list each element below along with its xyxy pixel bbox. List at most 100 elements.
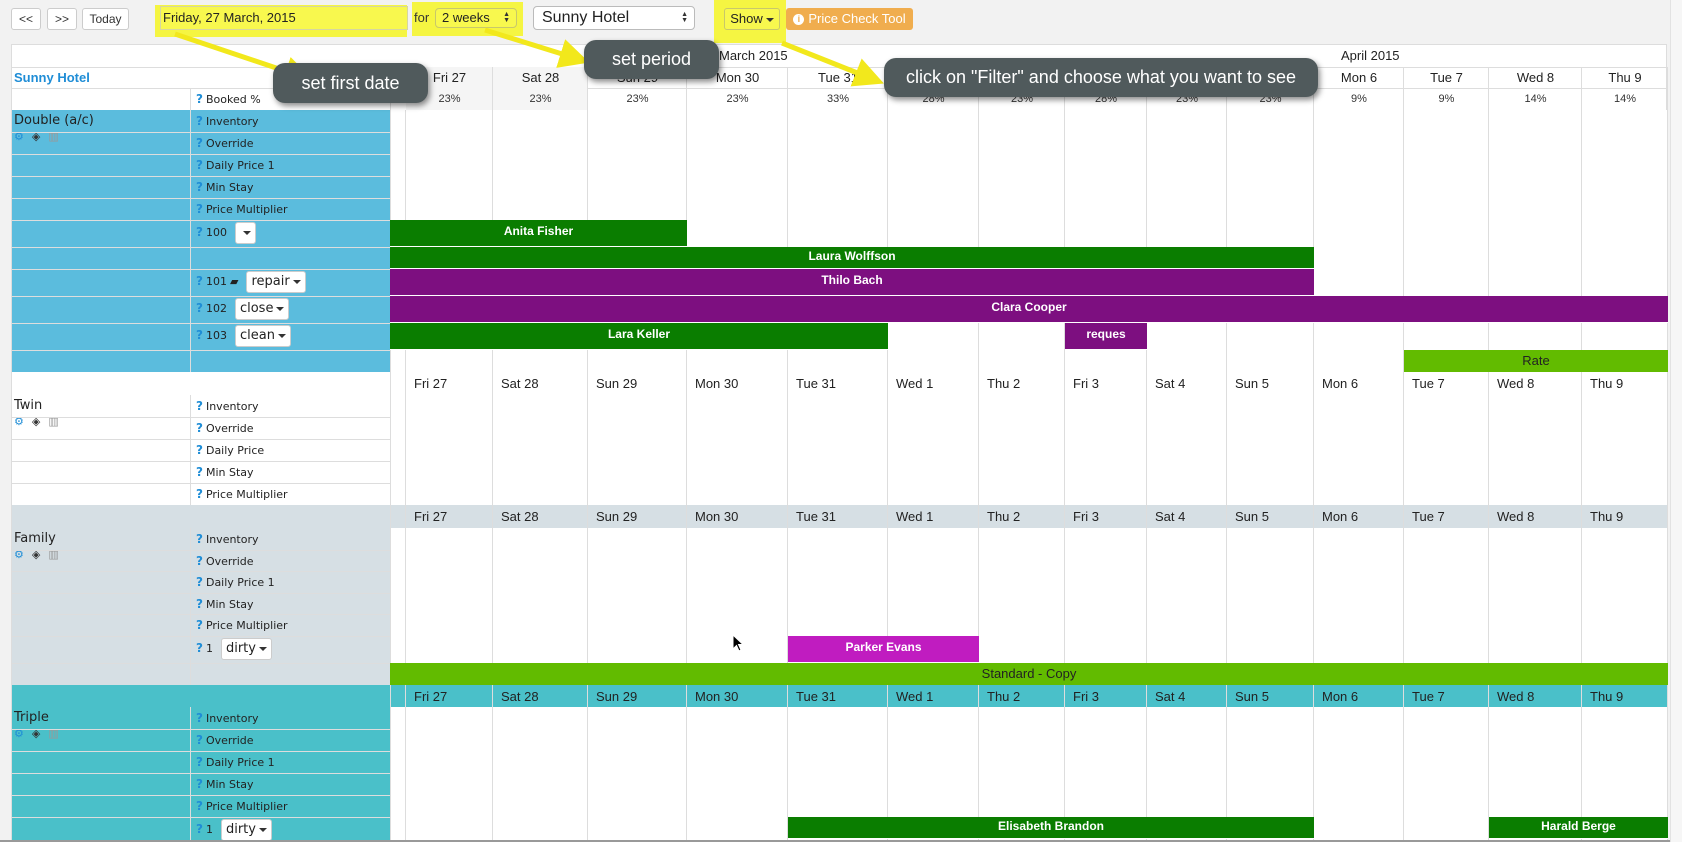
- help-icon[interactable]: ?: [196, 487, 203, 501]
- day-cell[interactable]: [979, 636, 1065, 663]
- day-cell[interactable]: [687, 571, 788, 593]
- day-cell[interactable]: [1314, 247, 1404, 269]
- day-cell[interactable]: [1404, 395, 1489, 417]
- day-cell[interactable]: [1147, 751, 1227, 773]
- day-cell[interactable]: [493, 592, 588, 615]
- day-cell[interactable]: [1147, 614, 1227, 636]
- day-cell[interactable]: [1489, 751, 1582, 773]
- day-cell[interactable]: [1065, 220, 1147, 247]
- day-cell[interactable]: [687, 417, 788, 439]
- day-cell[interactable]: [1227, 439, 1314, 461]
- day-cell[interactable]: [406, 483, 493, 505]
- day-cell[interactable]: [1065, 571, 1147, 593]
- help-icon[interactable]: ?: [196, 274, 203, 288]
- day-cell[interactable]: [1147, 729, 1227, 751]
- day-cell[interactable]: [979, 592, 1065, 615]
- help-icon[interactable]: ?: [196, 575, 203, 589]
- day-cell[interactable]: [687, 592, 788, 615]
- day-cell[interactable]: [1065, 198, 1147, 220]
- day-cell[interactable]: [1404, 323, 1489, 350]
- day-cell[interactable]: [406, 110, 493, 132]
- day-cell[interactable]: [979, 729, 1065, 751]
- day-cell[interactable]: [1404, 247, 1489, 269]
- day-cell[interactable]: [979, 571, 1065, 593]
- rate-band[interactable]: Rate: [1404, 350, 1668, 372]
- day-cell[interactable]: [788, 350, 888, 372]
- day-cell[interactable]: [1065, 483, 1147, 505]
- unit-status-dropdown[interactable]: dirty: [220, 638, 272, 660]
- day-cell[interactable]: [1147, 176, 1227, 198]
- day-cell[interactable]: [979, 110, 1065, 132]
- day-cell[interactable]: [1314, 395, 1404, 417]
- day-cell[interactable]: [1065, 154, 1147, 176]
- day-cell[interactable]: [1065, 549, 1147, 572]
- day-cell[interactable]: [1314, 773, 1404, 795]
- day-cell[interactable]: [1147, 571, 1227, 593]
- room-name[interactable]: Triple: [14, 710, 49, 725]
- day-cell[interactable]: [1489, 417, 1582, 439]
- day-cell[interactable]: [888, 154, 979, 176]
- day-cell[interactable]: [687, 549, 788, 572]
- day-cell[interactable]: [1147, 636, 1227, 663]
- day-cell[interactable]: [1314, 323, 1404, 350]
- day-cell[interactable]: [1065, 528, 1147, 550]
- day-cell[interactable]: [1489, 636, 1582, 663]
- day-cell[interactable]: [1582, 571, 1668, 593]
- day-cell[interactable]: [788, 154, 888, 176]
- day-cell[interactable]: [406, 729, 493, 751]
- day-cell[interactable]: [1489, 132, 1582, 154]
- day-cell[interactable]: [493, 528, 588, 550]
- day-cell[interactable]: [1147, 795, 1227, 817]
- day-cell[interactable]: [1404, 571, 1489, 593]
- day-cell[interactable]: [1065, 461, 1147, 483]
- day-cell[interactable]: [493, 395, 588, 417]
- day-cell[interactable]: [788, 220, 888, 247]
- day-cell[interactable]: [493, 571, 588, 593]
- rate-band[interactable]: Standard - Copy: [390, 663, 1668, 685]
- day-cell[interactable]: [588, 176, 687, 198]
- day-cell[interactable]: [1489, 198, 1582, 220]
- booking-bar[interactable]: Parker Evans: [788, 636, 979, 663]
- help-icon[interactable]: ?: [196, 618, 203, 632]
- day-cell[interactable]: [1227, 773, 1314, 795]
- day-cell[interactable]: [687, 350, 788, 372]
- day-cell[interactable]: [1489, 483, 1582, 505]
- day-cell[interactable]: [1314, 751, 1404, 773]
- day-cell[interactable]: [788, 549, 888, 572]
- period-select[interactable]: 2 weeks ▲ ▼: [435, 8, 517, 28]
- day-cell[interactable]: [979, 323, 1065, 350]
- day-cell[interactable]: [687, 132, 788, 154]
- day-cell[interactable]: [406, 154, 493, 176]
- day-cell[interactable]: [1404, 439, 1489, 461]
- day-cell[interactable]: [588, 439, 687, 461]
- day-cell[interactable]: [1489, 395, 1582, 417]
- booking-bar[interactable]: Thilo Bach: [390, 269, 1314, 296]
- day-cell[interactable]: [406, 528, 493, 550]
- day-cell[interactable]: [888, 198, 979, 220]
- day-cell[interactable]: [493, 132, 588, 154]
- property-select[interactable]: Sunny Hotel ▲ ▼: [533, 6, 695, 30]
- day-cell[interactable]: [979, 176, 1065, 198]
- day-cell[interactable]: [406, 350, 493, 372]
- day-cell[interactable]: [1227, 795, 1314, 817]
- day-cell[interactable]: [888, 350, 979, 372]
- day-cell[interactable]: [588, 773, 687, 795]
- help-icon[interactable]: ?: [196, 755, 203, 769]
- day-cell[interactable]: [1489, 269, 1582, 296]
- day-cell[interactable]: [1582, 417, 1668, 439]
- booking-bar[interactable]: Clara Cooper: [390, 296, 1668, 323]
- day-cell[interactable]: [1227, 198, 1314, 220]
- day-cell[interactable]: [1582, 707, 1668, 729]
- day-cell[interactable]: [1065, 176, 1147, 198]
- prev-button[interactable]: <<: [11, 8, 41, 30]
- day-cell[interactable]: [1582, 395, 1668, 417]
- day-cell[interactable]: [788, 395, 888, 417]
- day-cell[interactable]: [687, 176, 788, 198]
- day-cell[interactable]: [888, 751, 979, 773]
- day-cell[interactable]: [1489, 176, 1582, 198]
- day-cell[interactable]: [1582, 614, 1668, 636]
- help-icon[interactable]: ?: [196, 421, 203, 435]
- day-cell[interactable]: [687, 220, 788, 247]
- day-cell[interactable]: [687, 439, 788, 461]
- help-icon[interactable]: ?: [196, 641, 203, 655]
